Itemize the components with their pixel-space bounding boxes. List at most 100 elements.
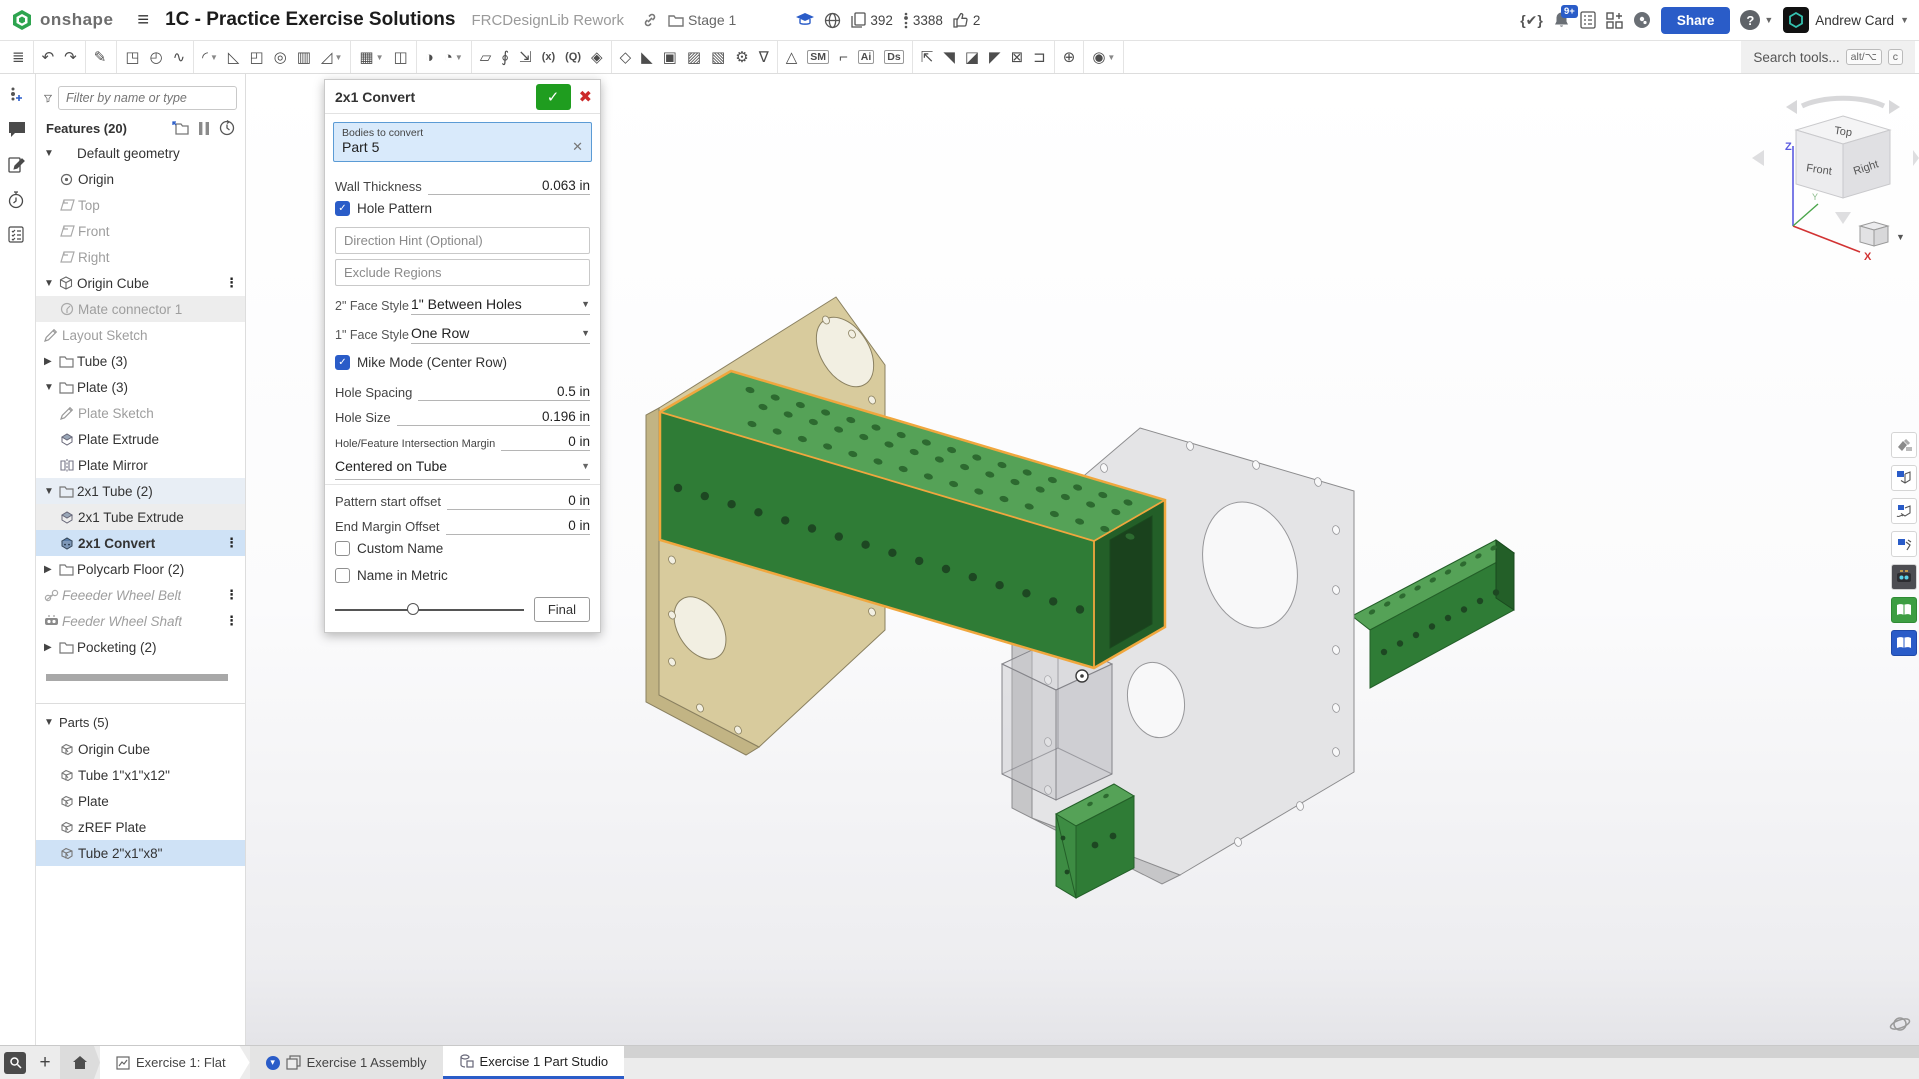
versions-stat[interactable]: 3388: [903, 12, 943, 29]
fillet-button[interactable]: ◜▼: [197, 41, 223, 73]
hole-size-input[interactable]: 0.196 in: [397, 409, 590, 426]
feature-item-origin-cube[interactable]: ▼Origin Cube⋮: [36, 270, 245, 296]
feature-item-plate-3-[interactable]: ▼Plate (3): [36, 374, 245, 400]
rib-button[interactable]: ▥: [292, 41, 316, 73]
cancel-icon[interactable]: ✖: [579, 87, 592, 107]
end-margin-offset-row[interactable]: End Margin Offset 0 in: [325, 510, 600, 535]
feature-item-origin[interactable]: Origin: [36, 166, 245, 192]
tasks-icon[interactable]: [1580, 11, 1596, 29]
feature-item-tube-3-[interactable]: ▶Tube (3): [36, 348, 245, 374]
feature-item-2x1-tube-2-[interactable]: ▼2x1 Tube (2): [36, 478, 245, 504]
helix-button[interactable]: ∮: [496, 41, 514, 73]
comments-icon[interactable]: [8, 121, 28, 141]
orbit-view-icon[interactable]: [1889, 1013, 1911, 1035]
share-button[interactable]: Share: [1661, 7, 1731, 34]
bodies-to-convert-field[interactable]: Bodies to convert Part 5 ✕: [333, 122, 592, 162]
weld-button[interactable]: △: [781, 41, 803, 73]
tab-button[interactable]: ◪: [960, 41, 984, 73]
mike-mode-row[interactable]: ✓ Mike Mode (Center Row): [325, 349, 600, 376]
face2-style-dropdown[interactable]: 1" Between Holes▼: [411, 296, 590, 315]
view-cube[interactable]: Top Front Right Z X Y: [1752, 98, 1919, 263]
context-dots-icon[interactable]: ⋮: [225, 613, 237, 629]
wall-thickness-row[interactable]: Wall Thickness 0.063 in: [325, 170, 600, 195]
feature-item-plate-extrude[interactable]: Plate Extrude: [36, 426, 245, 452]
hole-size-row[interactable]: Hole Size 0.196 in: [325, 401, 600, 426]
custom-feature-robot-button[interactable]: [1891, 564, 1917, 590]
name-in-metric-checkbox[interactable]: [335, 568, 350, 583]
mate-connector-button[interactable]: ◈: [586, 41, 608, 73]
featurescript-icon[interactable]: {✔}: [1520, 12, 1543, 29]
wall-thickness-input[interactable]: 0.063 in: [428, 178, 590, 195]
corner-button[interactable]: ◤: [984, 41, 1006, 73]
parts-header-row[interactable]: ▼ Parts (5): [36, 708, 245, 736]
gear-feature-button[interactable]: ⚙: [730, 41, 753, 73]
main-menu-icon[interactable]: ≡: [137, 9, 149, 32]
chevron-right-icon[interactable]: ▶: [44, 564, 59, 575]
extrude-button[interactable]: ◳: [120, 41, 144, 73]
chamfer-button[interactable]: ◺: [223, 41, 245, 73]
mike-mode-checkbox[interactable]: ✓: [335, 355, 350, 370]
onshape-logo[interactable]: onshape: [10, 8, 113, 32]
view-cube-menu-button[interactable]: ▼: [1860, 222, 1905, 246]
hole-table-button[interactable]: [1891, 531, 1917, 557]
part-item-tube-1-x1-x12-[interactable]: Tube 1"x1"x12": [36, 762, 245, 788]
search-tabs-button[interactable]: [0, 1046, 30, 1079]
context-dots-icon[interactable]: ⋮: [225, 587, 237, 603]
feature-item-front[interactable]: Front: [36, 218, 245, 244]
custom-name-checkbox[interactable]: [335, 541, 350, 556]
intersection-margin-input[interactable]: 0 in: [501, 434, 590, 451]
part-item-origin-cube[interactable]: Origin Cube: [36, 736, 245, 762]
notifications-button[interactable]: 9+: [1553, 11, 1570, 29]
home-tab-button[interactable]: [60, 1046, 100, 1079]
clear-selection-icon[interactable]: ✕: [572, 139, 583, 155]
new-folder-icon[interactable]: [172, 121, 189, 135]
part-item-tube-2-x1-x8-[interactable]: Tube 2"x1"x8": [36, 840, 245, 866]
hole-pattern-checkbox[interactable]: ✓: [335, 201, 350, 216]
tree-scrollbar[interactable]: [46, 674, 228, 681]
chevron-right-icon[interactable]: ▶: [44, 356, 59, 367]
copies-stat[interactable]: 392: [851, 12, 893, 28]
hole-button[interactable]: ◎: [269, 41, 292, 73]
feature-item-feeder-wheel-shaft[interactable]: Feeder Wheel Shaft⋮: [36, 608, 245, 634]
feature-item-layout-sketch[interactable]: Layout Sketch: [36, 322, 245, 348]
education-icon[interactable]: [796, 13, 814, 27]
draft-button[interactable]: ◿▼: [316, 41, 347, 73]
split-button[interactable]: ◔▼: [439, 41, 468, 73]
link-icon[interactable]: [642, 12, 658, 28]
exclude-regions-input[interactable]: Exclude Regions: [335, 259, 590, 286]
hole-pattern-row[interactable]: ✓ Hole Pattern: [325, 195, 600, 222]
doc-tab-exercise-1-assembly[interactable]: ▾Exercise 1 Assembly: [250, 1046, 443, 1079]
centered-on-tube-dropdown[interactable]: Centered on Tube▼: [335, 453, 590, 480]
help-menu[interactable]: ? ▼: [1740, 10, 1773, 30]
direction-hint-input[interactable]: Direction Hint (Optional): [335, 227, 590, 254]
sweep-button[interactable]: ∿: [168, 41, 191, 73]
feature-item-mate-connector-1[interactable]: Mate connector 1: [36, 296, 245, 322]
view-options-button[interactable]: ◉▼: [1087, 41, 1120, 73]
doc-tab-exercise-1-flat[interactable]: Exercise 1: Flat: [100, 1046, 250, 1079]
feature-item-top[interactable]: Top: [36, 192, 245, 218]
section-view-button[interactable]: [1891, 498, 1917, 524]
frame-button[interactable]: ◇: [615, 41, 637, 73]
ai-advisor-button[interactable]: Ai: [853, 41, 880, 73]
measure-value-button[interactable]: (Q): [560, 41, 586, 73]
feature-item-pocketing-2-[interactable]: ▶Pocketing (2): [36, 634, 245, 660]
slider-knob[interactable]: [407, 603, 419, 615]
breadcrumb[interactable]: Stage 1: [668, 12, 736, 28]
boolean-button[interactable]: ◑: [420, 41, 439, 73]
accept-button[interactable]: ✓: [536, 84, 571, 110]
edit-notes-icon[interactable]: [8, 156, 28, 176]
hole-spacing-row[interactable]: Hole Spacing 0.5 in: [325, 376, 600, 401]
chevron-right-icon[interactable]: ▶: [44, 642, 59, 653]
chevron-down-icon[interactable]: ▼: [44, 278, 59, 289]
flange-button[interactable]: ⌐: [834, 41, 853, 73]
feature-item-polycarb-floor-2-[interactable]: ▶Polycarb Floor (2): [36, 556, 245, 582]
stopwatch-icon[interactable]: [8, 191, 28, 211]
feature-item-plate-mirror[interactable]: Plate Mirror: [36, 452, 245, 478]
apps-icon[interactable]: [1606, 12, 1623, 29]
name-in-metric-row[interactable]: Name in Metric: [325, 562, 600, 589]
feature-item-plate-sketch[interactable]: Plate Sketch: [36, 400, 245, 426]
feature-list-button[interactable]: ≣: [7, 41, 30, 73]
import-derive-button[interactable]: ⇲: [514, 41, 537, 73]
gusset-button[interactable]: ◣: [636, 41, 658, 73]
chevron-down-icon[interactable]: ▼: [44, 148, 59, 159]
